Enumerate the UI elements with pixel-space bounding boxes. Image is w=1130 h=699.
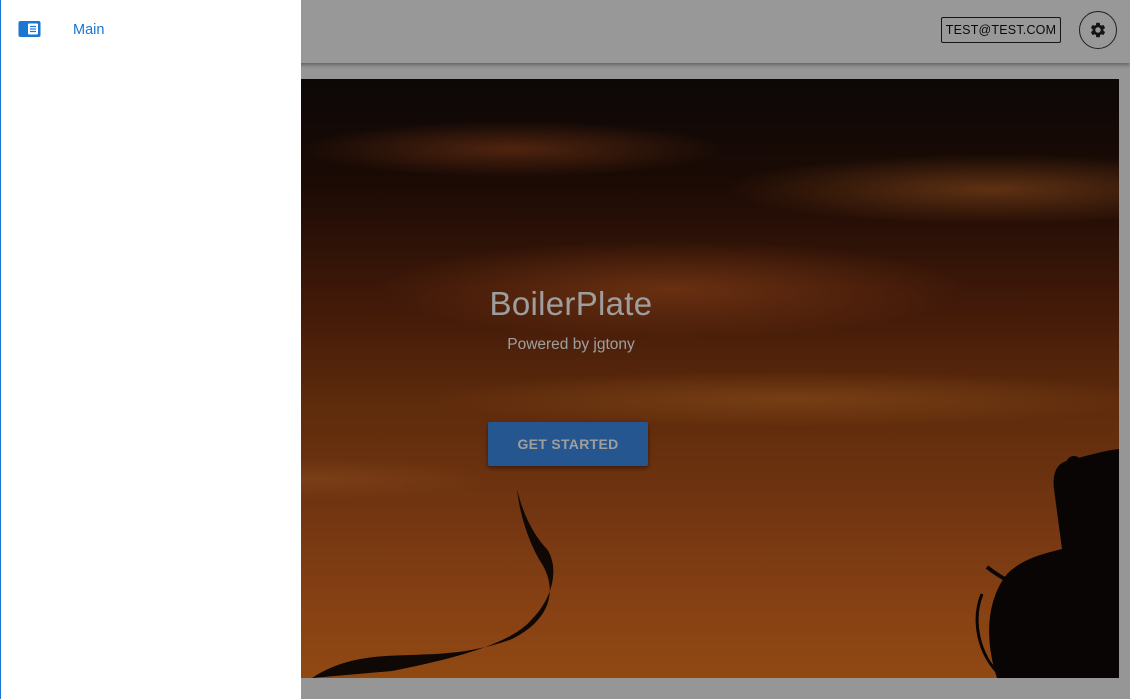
drawer-item-label: Main: [73, 22, 105, 38]
navigation-drawer: Main: [0, 0, 301, 699]
view-module-icon: [18, 21, 41, 37]
drawer-item-main[interactable]: Main: [1, 10, 301, 50]
